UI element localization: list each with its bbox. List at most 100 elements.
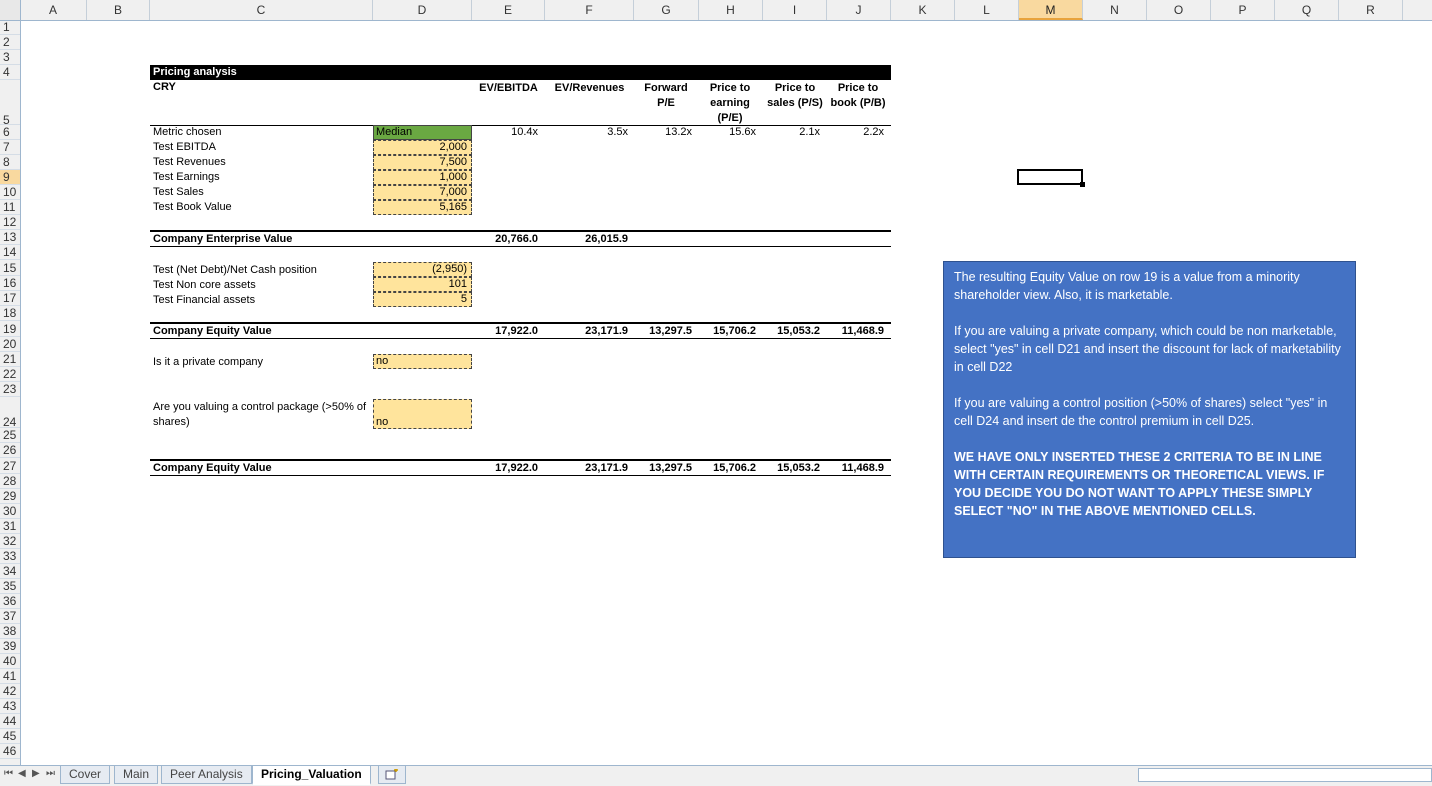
row-header[interactable]: 3 (0, 50, 20, 65)
row-header[interactable]: 25 (0, 428, 20, 443)
tab-pricing-valuation[interactable]: Pricing_Valuation (252, 766, 371, 785)
column-header-p[interactable]: P (1211, 0, 1275, 20)
ev-value-ebitda: 20,766.0 (495, 233, 538, 245)
ev-top-border (150, 230, 891, 232)
row-header[interactable]: 17 (0, 291, 20, 306)
column-header-g[interactable]: G (634, 0, 699, 20)
enterprise-value-label: Company Enterprise Value (153, 233, 293, 245)
row-header[interactable]: 43 (0, 699, 20, 714)
row-header[interactable]: 2 (0, 35, 20, 50)
insert-sheet-icon[interactable] (378, 766, 406, 784)
tab-main[interactable]: Main (114, 766, 159, 784)
multiple-ev-ebitda: 10.4x (511, 126, 538, 138)
column-header-l[interactable]: L (955, 0, 1019, 20)
row-header[interactable]: 44 (0, 714, 20, 729)
row-header[interactable]: 35 (0, 579, 20, 594)
control-package-input[interactable]: no (373, 399, 472, 429)
next-sheet-icon[interactable]: ▶ (32, 768, 40, 779)
final-equity-forward-pe: 13,297.5 (649, 462, 692, 474)
row-header[interactable]: 12 (0, 215, 20, 230)
column-header-q[interactable]: Q (1275, 0, 1339, 20)
row-header[interactable]: 20 (0, 337, 20, 352)
row-header[interactable]: 46 (0, 744, 20, 759)
row-header[interactable]: 18 (0, 306, 20, 321)
row-header[interactable]: 23 (0, 382, 20, 397)
row-header[interactable]: 13 (0, 230, 20, 245)
row-header[interactable]: 33 (0, 549, 20, 564)
row-header[interactable]: 28 (0, 474, 20, 489)
row-header[interactable]: 30 (0, 504, 20, 519)
multiple-price-to-sales: 2.1x (799, 126, 820, 138)
private-company-input[interactable]: no (373, 354, 472, 369)
row-header[interactable]: 24 (0, 397, 20, 429)
column-header-c[interactable]: C (150, 0, 373, 20)
row-header[interactable]: 9 (0, 170, 20, 185)
row-header[interactable]: 10 (0, 185, 20, 200)
tab-cover[interactable]: Cover (60, 766, 111, 784)
note-paragraph-2: If you are valuing a private company, wh… (954, 324, 1341, 374)
column-header-i[interactable]: I (763, 0, 827, 20)
horizontal-scrollbar[interactable] (1138, 768, 1432, 782)
row-header[interactable]: 15 (0, 260, 20, 276)
metric-chosen-select[interactable]: Median (373, 125, 472, 140)
test-ebitda-input[interactable]: 2,000 (373, 140, 472, 155)
row-header[interactable]: 11 (0, 200, 20, 215)
column-header-r[interactable]: R (1339, 0, 1403, 20)
final-equity-price-to-sales: 15,053.2 (777, 462, 820, 474)
row-header[interactable]: 41 (0, 669, 20, 684)
test-book-value-input[interactable]: 5,165 (373, 200, 472, 215)
row-header[interactable]: 26 (0, 443, 20, 458)
row-header[interactable]: 4 (0, 65, 20, 80)
row-header[interactable]: 22 (0, 367, 20, 382)
instructions-text-box[interactable]: The resulting Equity Value on row 19 is … (943, 261, 1356, 558)
column-header-d[interactable]: D (373, 0, 472, 20)
note-paragraph-3: If you are valuing a control position (>… (954, 396, 1328, 428)
row-header[interactable]: 5 (0, 80, 20, 127)
select-all-corner[interactable] (0, 0, 21, 21)
row-header[interactable]: 1 (0, 20, 20, 35)
column-header-e[interactable]: E (472, 0, 545, 20)
last-sheet-icon[interactable]: ⏭ (46, 768, 55, 779)
net-debt-input[interactable]: (2,950) (373, 262, 472, 277)
column-header-k[interactable]: K (891, 0, 955, 20)
non-core-assets-input[interactable]: 101 (373, 277, 472, 292)
column-header-h[interactable]: H (699, 0, 763, 20)
column-header-n[interactable]: N (1083, 0, 1147, 20)
row-header[interactable]: 45 (0, 729, 20, 744)
row-header[interactable]: 39 (0, 639, 20, 654)
test-revenues-input[interactable]: 7,500 (373, 155, 472, 170)
row-header[interactable]: 36 (0, 594, 20, 609)
row-header[interactable]: 31 (0, 519, 20, 534)
row-header[interactable]: 32 (0, 534, 20, 549)
row-header[interactable]: 38 (0, 624, 20, 639)
row-header[interactable]: 16 (0, 276, 20, 291)
equity-value-price-to-earning: 15,706.2 (713, 325, 756, 337)
row-header[interactable]: 8 (0, 155, 20, 170)
row-header[interactable]: 6 (0, 125, 20, 140)
column-header-j[interactable]: J (827, 0, 891, 20)
active-cell-m9[interactable] (1017, 169, 1085, 187)
row-header[interactable]: 19 (0, 321, 20, 337)
ev-bottom-border (150, 246, 891, 247)
financial-assets-input[interactable]: 5 (373, 292, 472, 307)
test-earnings-input[interactable]: 1,000 (373, 170, 472, 185)
first-sheet-icon[interactable]: ⏮ (4, 768, 13, 779)
row-header[interactable]: 27 (0, 458, 20, 474)
row-header[interactable]: 14 (0, 245, 20, 260)
column-header-a[interactable]: A (20, 0, 87, 20)
prev-sheet-icon[interactable]: ◀ (18, 768, 26, 779)
column-header-b[interactable]: B (87, 0, 150, 20)
tab-peer-analysis[interactable]: Peer Analysis (161, 766, 252, 784)
test-sales-input[interactable]: 7,000 (373, 185, 472, 200)
row-header[interactable]: 42 (0, 684, 20, 699)
column-header-m[interactable]: M (1019, 0, 1083, 20)
column-header-f[interactable]: F (545, 0, 634, 20)
row-header[interactable]: 37 (0, 609, 20, 624)
row-header[interactable]: 21 (0, 352, 20, 367)
column-header-o[interactable]: O (1147, 0, 1211, 20)
row-header[interactable]: 7 (0, 140, 20, 155)
row-header[interactable]: 29 (0, 489, 20, 504)
row-header[interactable]: 34 (0, 564, 20, 579)
row-header[interactable]: 40 (0, 654, 20, 669)
column-header-bar: A B C D E F G H I J K L M N O P Q R (0, 0, 1432, 21)
